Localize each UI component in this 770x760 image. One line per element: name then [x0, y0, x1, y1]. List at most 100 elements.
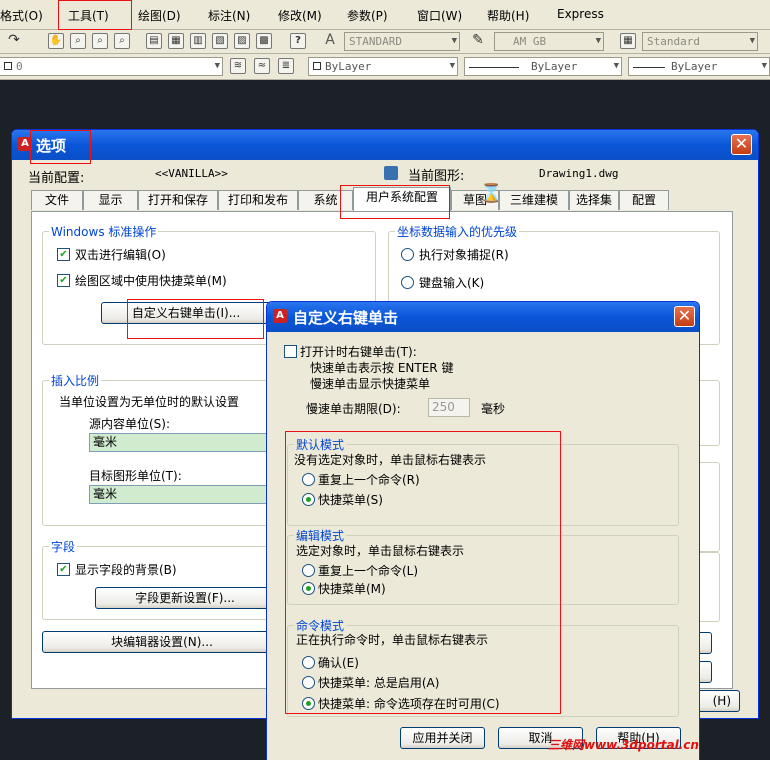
options-close-icon[interactable]: ✕ — [731, 134, 752, 155]
right-click-titlebar: A 自定义右键单击 ✕ — [267, 302, 699, 332]
properties-icon[interactable]: ▤ — [146, 33, 162, 49]
customize-right-click-button[interactable]: 自定义右键单击(I)... — [101, 302, 271, 324]
target-units-select[interactable]: 毫米 — [89, 485, 279, 504]
color-combo[interactable]: ByLayer ▼ — [308, 57, 458, 76]
block-editor-settings-button[interactable]: 块编辑器设置(N)... — [42, 631, 282, 653]
right-click-body: 打开计时右键单击(T): 快速单击表示按 ENTER 键 慢速单击显示快捷菜单 … — [267, 332, 699, 760]
menu-modify[interactable]: 修改(M) — [278, 7, 322, 24]
linetype-combo[interactable]: ByLayer ▼ — [464, 57, 622, 76]
dblclick-edit-checkbox[interactable]: ✔ — [57, 248, 70, 261]
tab-strip: 文件 显示 打开和保存 打印和发布 系统 用户系统配置 草图 三维建模 选择集 … — [31, 187, 721, 212]
timed-right-click-checkbox[interactable] — [284, 345, 297, 358]
menu-help[interactable]: 帮助(H) — [487, 7, 529, 24]
drawing-file-icon — [384, 166, 398, 180]
field-update-button[interactable]: 字段更新设置(F)... — [95, 587, 275, 609]
table-style-combo[interactable]: Standard ▼ — [642, 32, 758, 51]
layer-combo[interactable]: 0 ▼ — [0, 57, 223, 76]
edit-repeat-label: 重复上一个命令(L) — [318, 564, 419, 578]
calculator-icon[interactable]: ▩ — [256, 33, 272, 49]
make-layer-current-icon[interactable]: ≋ — [230, 58, 246, 74]
tab-system[interactable]: 系统 — [298, 190, 353, 210]
menu-draw[interactable]: 绘图(D) — [138, 7, 181, 24]
tab-open-save[interactable]: 打开和保存 — [138, 190, 218, 210]
chevron-down-icon: ▼ — [595, 36, 601, 46]
tab-profiles[interactable]: 配置 — [619, 190, 669, 210]
tab-display[interactable]: 显示 — [83, 190, 138, 210]
watermark: 三维网www.3dportal.cn — [548, 738, 699, 752]
help-icon[interactable]: ? — [290, 33, 306, 49]
field-background-label: 显示字段的背景(B) — [75, 563, 177, 577]
layer-previous-icon[interactable]: ≈ — [254, 58, 270, 74]
tab-files[interactable]: 文件 — [31, 190, 83, 210]
command-enter-radio[interactable] — [302, 656, 315, 669]
source-units-label: 源内容单位(S): — [89, 417, 171, 431]
command-enter-label: 确认(E) — [318, 656, 359, 670]
table-style-icon[interactable]: ▦ — [620, 33, 636, 49]
windows-ops-label: Windows 标准操作 — [49, 223, 159, 240]
pan-icon[interactable]: ✋ — [48, 33, 64, 49]
profile-value: <<VANILLA>> — [155, 167, 228, 180]
hourglass-cursor-icon: ⌛ — [480, 183, 503, 204]
layer-states-icon[interactable]: ≣ — [278, 58, 294, 74]
menu-format[interactable]: 格式(O) — [0, 7, 43, 24]
edit-repeat-radio[interactable] — [302, 564, 315, 577]
chevron-down-icon: ▼ — [214, 61, 220, 71]
tab-user-preferences[interactable]: 用户系统配置 — [353, 187, 451, 211]
osnap-radio[interactable] — [401, 248, 414, 261]
tab-selection[interactable]: 选择集 — [569, 190, 619, 210]
zoom-window-icon[interactable]: ⌕ — [92, 33, 108, 49]
dim-style-combo[interactable]: AM GB ▼ — [494, 32, 604, 51]
keyboard-radio[interactable] — [401, 276, 414, 289]
slow-click-desc: 慢速单击显示快捷菜单 — [310, 377, 431, 391]
chevron-down-icon: ▼ — [449, 61, 455, 71]
tab-plot-publish[interactable]: 打印和发布 — [218, 190, 298, 210]
chevron-down-icon: ▼ — [749, 36, 755, 46]
shortcut-menu-checkbox[interactable]: ✔ — [57, 274, 70, 287]
timed-right-click-label: 打开计时右键单击(T): — [300, 345, 417, 359]
text-style-combo[interactable]: STANDARD ▼ — [344, 32, 460, 51]
autocad-app-icon: A — [273, 309, 287, 323]
insert-scale-desc: 当单位设置为无单位时的默认设置 — [59, 395, 240, 409]
design-center-icon[interactable]: ▦ — [168, 33, 184, 49]
keyboard-label: 键盘输入(K) — [419, 276, 485, 290]
layers-toolbar: 0 ▼ ≋ ≈ ≣ ByLayer ▼ ByLayer ▼ ByLayer ▼ — [0, 54, 770, 80]
menu-parameters[interactable]: 参数(P) — [347, 7, 388, 24]
menu-dimension[interactable]: 标注(N) — [208, 7, 250, 24]
command-options-radio[interactable] — [302, 697, 315, 710]
color-value: ByLayer — [325, 60, 372, 73]
tool-palettes-icon[interactable]: ▥ — [190, 33, 206, 49]
menu-window[interactable]: 窗口(W) — [417, 7, 462, 24]
menu-tools[interactable]: 工具(T) — [68, 7, 109, 24]
redo-icon[interactable]: ↷ — [6, 33, 22, 49]
dim-style-value: AM GB — [513, 35, 547, 48]
dim-style-icon[interactable]: ✎ — [470, 33, 486, 49]
tab-3d-modeling[interactable]: 三维建模 — [499, 190, 569, 210]
insert-scale-label: 插入比例 — [49, 372, 102, 389]
text-style-value: STANDARD — [349, 35, 402, 48]
lineweight-combo[interactable]: ByLayer ▼ — [628, 57, 770, 76]
default-repeat-radio[interactable] — [302, 473, 315, 486]
duration-unit: 毫秒 — [481, 402, 506, 416]
apply-close-button[interactable]: 应用并关闭 — [400, 727, 485, 749]
menu-bar: 格式(O) 工具(T) 绘图(D) 标注(N) 修改(M) 参数(P) 窗口(W… — [0, 0, 770, 30]
text-style-icon[interactable]: A — [322, 33, 338, 49]
sheet-set-icon[interactable]: ▧ — [212, 33, 228, 49]
color-swatch-icon — [313, 62, 321, 70]
coord-priority-label: 坐标数据输入的优先级 — [395, 223, 520, 240]
linetype-value: ByLayer — [531, 60, 578, 73]
duration-input[interactable]: 250 — [428, 398, 470, 417]
right-click-close-icon[interactable]: ✕ — [674, 306, 695, 327]
edit-menu-radio[interactable] — [302, 582, 315, 595]
zoom-previous-icon[interactable]: ⌕ — [114, 33, 130, 49]
markup-icon[interactable]: ▨ — [234, 33, 250, 49]
layer-swatch-icon — [4, 62, 12, 70]
options-title: 选项 — [36, 137, 67, 155]
default-menu-radio[interactable] — [302, 493, 315, 506]
source-units-select[interactable]: 毫米 — [89, 433, 279, 452]
layer-value: 0 — [16, 60, 23, 73]
command-always-radio[interactable] — [302, 676, 315, 689]
field-background-checkbox[interactable]: ✔ — [57, 563, 70, 576]
menu-express[interactable]: Express — [557, 7, 604, 21]
zoom-realtime-icon[interactable]: ⌕ — [70, 33, 86, 49]
command-options-label: 快捷菜单: 命令选项存在时可用(C) — [318, 697, 500, 711]
